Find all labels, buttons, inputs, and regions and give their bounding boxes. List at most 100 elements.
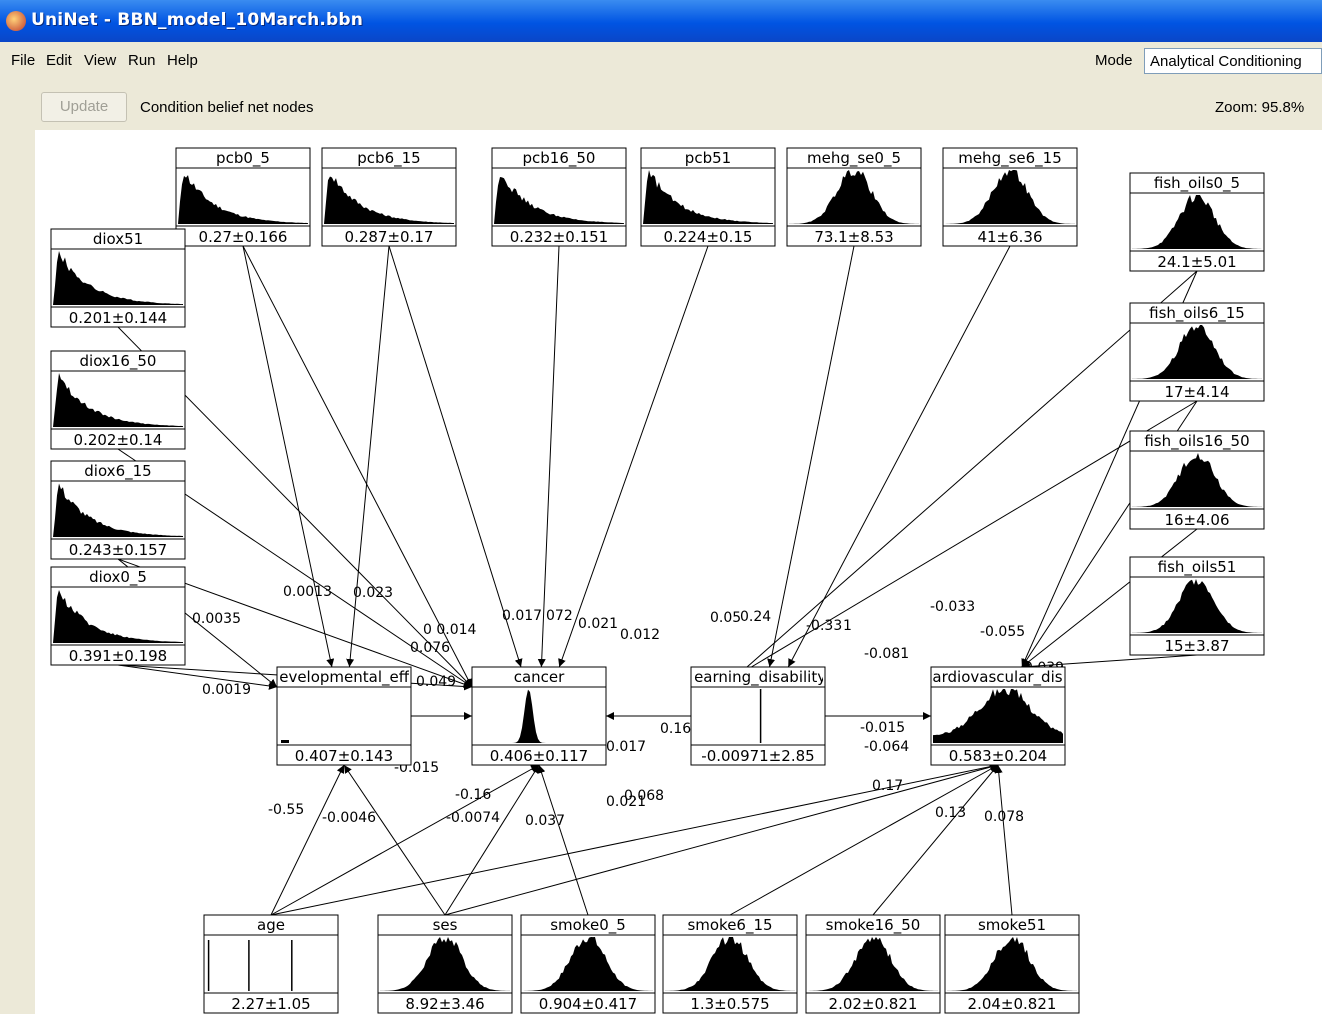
node-pcb0_5[interactable]: pcb0_5 0.27±0.166 [175, 147, 311, 247]
edge-weight-label: 0.0019 [202, 682, 251, 698]
node-stat: 2.04±0.821 [968, 995, 1057, 1013]
edge-age-dev [270, 764, 345, 916]
node-name: smoke6_15 [687, 916, 772, 935]
edge-weight-label: 0.068 [624, 788, 664, 804]
node-name: age [257, 916, 285, 934]
node-age[interactable]: age 2.27±1.05 [203, 914, 339, 1014]
edge-weight-label: 0.017 [502, 608, 542, 624]
node-smoke16_50[interactable]: smoke16_50 2.02±0.821 [805, 914, 941, 1014]
node-name: developmental_effe [270, 668, 419, 687]
edge-weight-label: 0.076 [410, 640, 450, 656]
node-name: smoke16_50 [826, 916, 921, 935]
nodes-layer: pcb0_5 0.27±0.166 pcb6_15 0.287±0.17 pcb16_5… [50, 147, 1265, 1014]
edge-pcb6_15-dev [346, 245, 390, 668]
node-name: cardiovascular_dise [924, 668, 1072, 687]
edge-weight-label: 072 [546, 608, 573, 624]
node-name: pcb6_15 [357, 149, 420, 168]
edge-mehg_se6_15-ld [787, 245, 1011, 668]
node-cvd[interactable]: cardiovascular_dise 0.583±0.204 [924, 666, 1072, 766]
edge-weight-label: -0.055 [980, 624, 1025, 640]
edge-mehg_se0_5-ld [767, 245, 855, 668]
node-stat: 16±4.06 [1164, 511, 1229, 529]
node-stat: 0.27±0.166 [199, 228, 288, 246]
edge-weight-label: 0 0.014 [423, 622, 477, 638]
node-stat: 0.232±0.151 [510, 228, 608, 246]
node-pcb16_50[interactable]: pcb16_50 0.232±0.151 [491, 147, 627, 247]
node-name: smoke51 [978, 916, 1046, 934]
edge-weight-label: -0.55 [268, 802, 304, 818]
edge-weight-label: 0.05 [710, 610, 741, 626]
edge-age-cancer [270, 764, 540, 916]
node-name: smoke0_5 [550, 916, 626, 935]
node-name: diox0_5 [89, 568, 147, 587]
node-fish_oils6_15[interactable]: fish_oils6_15 17±4.14 [1129, 302, 1265, 402]
node-diox51[interactable]: diox51 0.201±0.144 [50, 228, 186, 328]
edge-weight-label: 0.078 [984, 809, 1024, 825]
node-diox0_5[interactable]: diox0_5 0.391±0.198 [50, 566, 186, 666]
node-name: diox6_15 [84, 462, 151, 481]
node-stat: 0.583±0.204 [949, 747, 1047, 765]
node-stat: 0.407±0.143 [295, 747, 393, 765]
node-stat: 0.391±0.198 [69, 647, 167, 665]
node-stat: 0.904±0.417 [539, 995, 637, 1013]
node-diox16_50[interactable]: diox16_50 0.202±0.14 [50, 350, 186, 450]
node-fish_oils16_50[interactable]: fish_oils16_50 16±4.06 [1129, 430, 1265, 530]
belief-net-diagram: 0.0013 0.023 0.0035 0.0019 0 0.014 0.076 0.049… [50, 147, 1265, 1014]
edge-weight-label: 1 [843, 618, 852, 634]
node-ses[interactable]: ses 8.92±3.46 [377, 914, 513, 1014]
node-mehg_se6_15[interactable]: mehg_se6_15 41±6.36 [942, 147, 1078, 247]
edge-smoke6_15-cvd [729, 764, 999, 916]
node-name: diox51 [93, 230, 143, 248]
node-stat: 0.201±0.144 [69, 309, 167, 327]
edge-weight-label: 0.017 [606, 739, 646, 755]
edge-weight-label: 0.021 [578, 616, 618, 632]
node-name: learning_disability [690, 668, 826, 687]
node-diox6_15[interactable]: diox6_15 0.243±0.157 [50, 460, 186, 560]
edge-weight-label: -0.0046 [322, 810, 376, 826]
node-stat: 8.92±3.46 [405, 995, 484, 1013]
node-cancer[interactable]: cancer 0.406±0.117 [471, 666, 607, 766]
node-dev[interactable]: developmental_effe 0.407±0.143 [270, 666, 419, 766]
edge-pcb6_15-cancer [388, 245, 523, 668]
node-fish_oils0_5[interactable]: fish_oils0_5 24.1±5.01 [1129, 172, 1265, 272]
edge-weight-label: 0.037 [525, 813, 565, 829]
edge-weight-label: 0.13 [935, 805, 966, 821]
edge-weight-label: 0.17 [872, 778, 903, 794]
edge-pcb0_5-dev [242, 245, 335, 668]
node-pcb6_15[interactable]: pcb6_15 0.287±0.17 [321, 147, 457, 247]
edge-weight-label: 0.0013 [283, 584, 332, 600]
edge-ses-dev [343, 764, 446, 916]
node-name: fish_oils51 [1158, 558, 1237, 577]
node-pcb51[interactable]: pcb51 0.224±0.15 [640, 147, 776, 247]
edge-weight-label: -0.033 [930, 599, 975, 615]
edge-weight-label: -0.015 [860, 720, 905, 736]
node-name: diox16_50 [80, 352, 157, 371]
edge-pcb51-cancer [558, 245, 709, 668]
node-ld[interactable]: learning_disability -0.00971±2.85 [690, 666, 826, 766]
node-smoke51[interactable]: smoke51 2.04±0.821 [944, 914, 1080, 1014]
node-smoke6_15[interactable]: smoke6_15 1.3±0.575 [662, 914, 798, 1014]
node-stat: -0.00971±2.85 [701, 747, 814, 765]
edge-weight-label: -0.0074 [446, 810, 500, 826]
edge-weight-label: 0.16 [660, 721, 691, 737]
edge-weight-label: 0.012 [620, 627, 660, 643]
node-name: mehg_se0_5 [807, 149, 901, 168]
node-stat: 17±4.14 [1164, 383, 1229, 401]
edge-smoke0_5-cancer [537, 764, 589, 916]
node-name: fish_oils16_50 [1144, 432, 1249, 451]
edge-ses-cvd [444, 763, 999, 916]
node-stat: 73.1±8.53 [814, 228, 893, 246]
node-name: fish_oils0_5 [1154, 174, 1240, 193]
node-fish_oils51[interactable]: fish_oils51 15±3.87 [1129, 556, 1265, 656]
node-stat: 0.406±0.117 [490, 747, 588, 765]
node-mehg_se0_5[interactable]: mehg_se0_5 73.1±8.53 [786, 147, 922, 247]
node-smoke0_5[interactable]: smoke0_5 0.904±0.417 [520, 914, 656, 1014]
edge-pcb16_50-cancer [537, 245, 560, 668]
node-name: fish_oils6_15 [1149, 304, 1245, 323]
node-stat: 0.287±0.17 [345, 228, 434, 246]
node-stat: 1.3±0.575 [690, 995, 769, 1013]
node-name: mehg_se6_15 [958, 149, 1062, 168]
node-stat: 2.27±1.05 [231, 995, 310, 1013]
edge-weight-label: -0.33 [806, 618, 842, 634]
node-stat: 15±3.87 [1164, 637, 1229, 655]
